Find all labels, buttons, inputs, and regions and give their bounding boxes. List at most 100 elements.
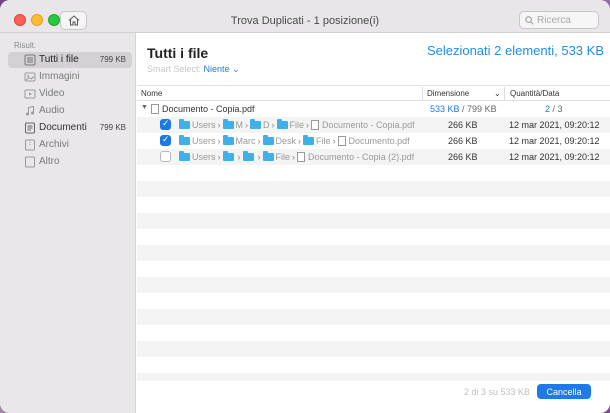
- group-qty-total: / 3: [552, 104, 563, 114]
- path-segment: File: [289, 120, 305, 130]
- group-size-total: / 799 KB: [462, 104, 497, 114]
- folder-icon: [222, 135, 234, 145]
- folder-icon: [242, 151, 254, 161]
- file-checkbox[interactable]: [160, 151, 171, 162]
- sort-chevron-icon: ⌄: [494, 89, 501, 98]
- sidebar-item-label: Audio: [39, 105, 65, 116]
- path-segment: Users: [192, 120, 216, 130]
- path-segment: File: [316, 136, 331, 146]
- group-filename: Documento - Copia.pdf: [162, 104, 255, 114]
- chevron-down-icon: ⌄: [232, 64, 240, 74]
- image-icon: [24, 72, 36, 82]
- folder-icon: [222, 119, 234, 129]
- empty-row: [137, 245, 610, 261]
- path-segment: M: [235, 120, 244, 130]
- group-size-cell: 533 KB / 799 KB: [430, 104, 497, 114]
- pdf-file-icon: [151, 104, 159, 114]
- sidebar-item-documents[interactable]: Documenti 799 KB: [8, 120, 132, 136]
- folder-icon: [222, 151, 234, 161]
- document-icon: [25, 122, 35, 134]
- folder-icon: [262, 151, 274, 161]
- sidebar-item-all-files[interactable]: Tutti i file 799 KB: [8, 52, 132, 68]
- empty-row: [137, 357, 610, 373]
- sidebar-item-video[interactable]: Video: [8, 86, 132, 102]
- path-chevron-icon: ›: [298, 136, 302, 146]
- file-path-cell: Users › › › File › Documento - Copia (2).pdf: [179, 151, 414, 162]
- column-separator: [422, 87, 423, 100]
- folder-icon: [179, 135, 190, 145]
- search-icon: [525, 15, 534, 25]
- folder-icon: [303, 135, 315, 145]
- footer-bar: 2 di 3 su 533 KB Cancella: [137, 381, 610, 413]
- file-size: 266 KB: [448, 120, 478, 130]
- sidebar-item-audio[interactable]: Audio: [8, 103, 132, 119]
- path-segment: D: [263, 120, 270, 130]
- file-path-cell: Users › M › D › File › Documento - Copia.pdf: [179, 119, 415, 130]
- sidebar-item-size: 799 KB: [99, 123, 126, 132]
- disclosure-triangle-icon[interactable]: ▼: [141, 104, 148, 111]
- column-size-header[interactable]: Dimensione: [427, 89, 469, 98]
- file-row[interactable]: Users›M›D›File›Documento - Copia.pdf 266…: [137, 117, 610, 133]
- file-size: 266 KB: [448, 136, 478, 146]
- sidebar: Risult. Tutti i file 799 KB Immagini Vid…: [0, 33, 136, 413]
- smart-select-value[interactable]: Niente: [204, 64, 230, 74]
- column-quantity-header[interactable]: Quantità/Data: [510, 89, 559, 98]
- smart-select[interactable]: Smart Select: Niente ⌄: [147, 64, 240, 75]
- search-placeholder: Ricerca: [537, 14, 571, 26]
- empty-row: [137, 229, 610, 245]
- empty-row: [137, 277, 610, 293]
- app-window: Trova Duplicati - 1 posizione(i) Ricerca…: [0, 0, 610, 413]
- group-size-selected: 533 KB: [430, 104, 460, 114]
- title-bar: Trova Duplicati - 1 posizione(i) Ricerca: [0, 0, 610, 33]
- archive-icon: [25, 139, 35, 151]
- sidebar-item-images[interactable]: Immagini: [8, 69, 132, 85]
- path-chevron-icon: ›: [217, 136, 221, 146]
- file-name: Documento.pdf: [348, 136, 410, 146]
- file-row[interactable]: Users›Marc›Desk›File›Documento.pdf 266 K…: [137, 133, 610, 149]
- pdf-file-icon: [297, 152, 306, 162]
- file-checkbox[interactable]: [160, 118, 171, 130]
- empty-row: [137, 293, 610, 309]
- search-field[interactable]: Ricerca: [519, 11, 599, 29]
- folder-icon: [179, 119, 190, 129]
- all-files-icon: [24, 54, 36, 66]
- path-chevron-icon: ›: [217, 152, 221, 162]
- selection-summary: Selezionati 2 elementi, 533 KB: [426, 43, 604, 58]
- sidebar-item-label: Documenti: [39, 122, 87, 133]
- empty-row: [137, 341, 610, 357]
- column-name-header[interactable]: Nome: [141, 89, 162, 98]
- empty-row: [137, 197, 610, 213]
- empty-row: [137, 261, 610, 277]
- main-panel: Tutti i file Smart Select: Niente ⌄ Sele…: [137, 33, 610, 413]
- sidebar-header: Risult.: [14, 41, 37, 50]
- empty-row: [137, 309, 610, 325]
- sidebar-item-archives[interactable]: Archivi: [8, 137, 132, 153]
- sidebar-item-label: Immagini: [39, 71, 80, 82]
- file-date: 12 mar 2021, 09:20:12: [509, 136, 600, 146]
- path-segment: Users: [192, 136, 216, 146]
- file-path-cell: Users › Marc › Desk › File › Documento.pdf: [179, 135, 410, 146]
- sidebar-item-other[interactable]: Altro: [8, 154, 132, 170]
- sidebar-item-label: Archivi: [39, 139, 70, 150]
- other-icon: [25, 156, 35, 168]
- path-chevron-icon: ›: [245, 120, 249, 130]
- path-chevron-icon: ›: [332, 136, 336, 146]
- file-checkbox[interactable]: [160, 134, 171, 146]
- path-chevron-icon: ›: [237, 152, 241, 162]
- folder-icon: [276, 119, 288, 129]
- pdf-file-icon: [311, 120, 320, 130]
- footer-status: 2 di 3 su 533 KB: [464, 387, 531, 397]
- file-size: 266 KB: [448, 152, 478, 162]
- path-chevron-icon: ›: [257, 152, 261, 162]
- path-chevron-icon: ›: [217, 120, 221, 130]
- folder-icon: [179, 151, 190, 161]
- file-date: 12 mar 2021, 09:20:12: [509, 152, 600, 162]
- sidebar-item-label: Altro: [39, 156, 60, 167]
- column-separator: [504, 87, 505, 100]
- group-row[interactable]: ▼ Documento - Copia.pdf 533 KB / 799 KB …: [137, 101, 610, 117]
- sidebar-item-label: Tutti i file: [39, 54, 79, 65]
- smart-select-label: Smart Select:: [147, 64, 202, 74]
- path-chevron-icon: ›: [257, 136, 261, 146]
- delete-button[interactable]: Cancella: [537, 384, 591, 399]
- file-row[interactable]: Users › › › File › Documento - Copia (2).pdf 2…: [137, 149, 610, 165]
